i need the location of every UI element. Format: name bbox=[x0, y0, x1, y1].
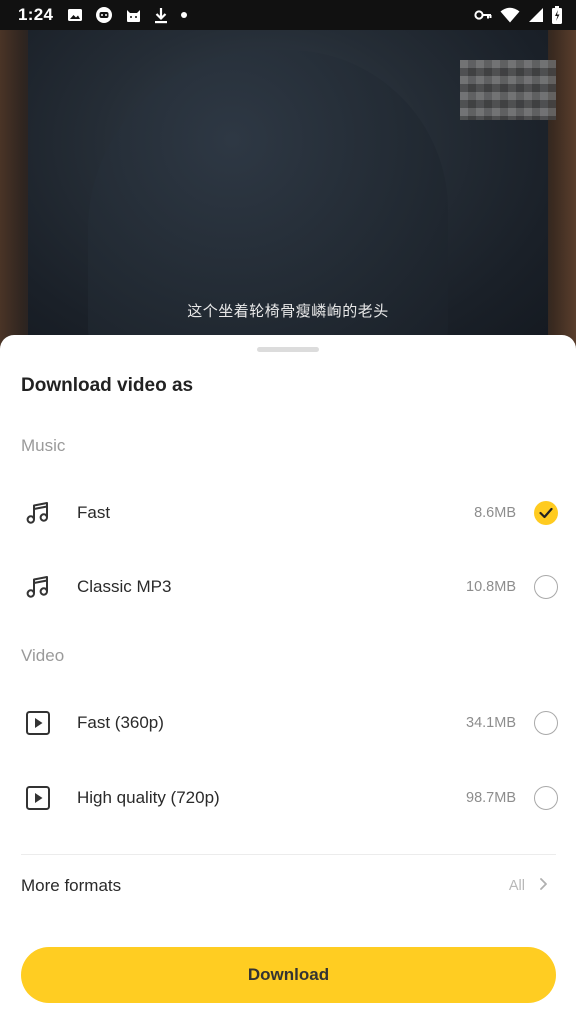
dot-icon bbox=[180, 11, 188, 19]
signal-icon bbox=[528, 7, 544, 23]
option-size: 34.1MB bbox=[466, 715, 516, 731]
option-size: 10.8MB bbox=[466, 579, 516, 595]
option-music-classic-mp3[interactable]: Classic MP3 10.8MB bbox=[0, 557, 576, 617]
more-formats-label: More formats bbox=[21, 876, 122, 895]
play-box-icon bbox=[22, 782, 54, 814]
option-size: 8.6MB bbox=[474, 505, 516, 521]
more-formats-row[interactable]: More formats All bbox=[0, 862, 576, 910]
status-system-icons bbox=[474, 6, 562, 24]
battery-icon bbox=[552, 6, 562, 24]
image-icon bbox=[67, 7, 83, 23]
drag-handle[interactable] bbox=[257, 347, 319, 352]
radio-unchecked[interactable] bbox=[534, 711, 558, 735]
option-label: Fast (360p) bbox=[77, 713, 164, 732]
music-note-icon bbox=[22, 571, 54, 603]
chevron-right-icon bbox=[539, 877, 548, 896]
app-root: 1:24 这个坐着轮椅骨瘦嶙峋的老头 Download video as Mus… bbox=[0, 0, 576, 1024]
play-box-icon bbox=[22, 707, 54, 739]
section-header-video: Video bbox=[21, 646, 65, 665]
option-video-720p[interactable]: High quality (720p) 98.7MB bbox=[0, 768, 576, 828]
section-header-music: Music bbox=[21, 436, 66, 455]
option-size: 98.7MB bbox=[466, 790, 516, 806]
option-label: Fast bbox=[77, 503, 111, 522]
assistant-icon bbox=[95, 6, 113, 24]
download-button[interactable]: Download bbox=[21, 947, 556, 1003]
status-bar: 1:24 bbox=[0, 0, 576, 30]
wifi-icon bbox=[500, 7, 520, 23]
radio-unchecked[interactable] bbox=[534, 575, 558, 599]
status-time: 1:24 bbox=[18, 5, 54, 24]
check-icon bbox=[539, 507, 553, 519]
radio-checked[interactable] bbox=[534, 501, 558, 525]
status-notification-icons bbox=[67, 6, 188, 24]
option-label: High quality (720p) bbox=[77, 788, 220, 807]
option-video-360p[interactable]: Fast (360p) 34.1MB bbox=[0, 693, 576, 753]
option-label: Classic MP3 bbox=[77, 577, 172, 596]
option-music-fast[interactable]: Fast 8.6MB bbox=[0, 483, 576, 543]
sheet-title: Download video as bbox=[21, 375, 194, 396]
music-note-icon bbox=[22, 497, 54, 529]
download-icon bbox=[154, 7, 168, 24]
download-sheet: Download video as Music Fast 8.6MB Class… bbox=[0, 335, 576, 1024]
cat-icon bbox=[125, 7, 142, 24]
mosaic-blur bbox=[460, 60, 556, 120]
divider bbox=[21, 854, 556, 855]
video-player[interactable]: 这个坐着轮椅骨瘦嶙峋的老头 bbox=[0, 30, 576, 350]
key-icon bbox=[474, 9, 492, 21]
more-formats-value: All bbox=[508, 878, 525, 894]
video-subtitle: 这个坐着轮椅骨瘦嶙峋的老头 bbox=[187, 302, 389, 320]
radio-unchecked[interactable] bbox=[534, 786, 558, 810]
